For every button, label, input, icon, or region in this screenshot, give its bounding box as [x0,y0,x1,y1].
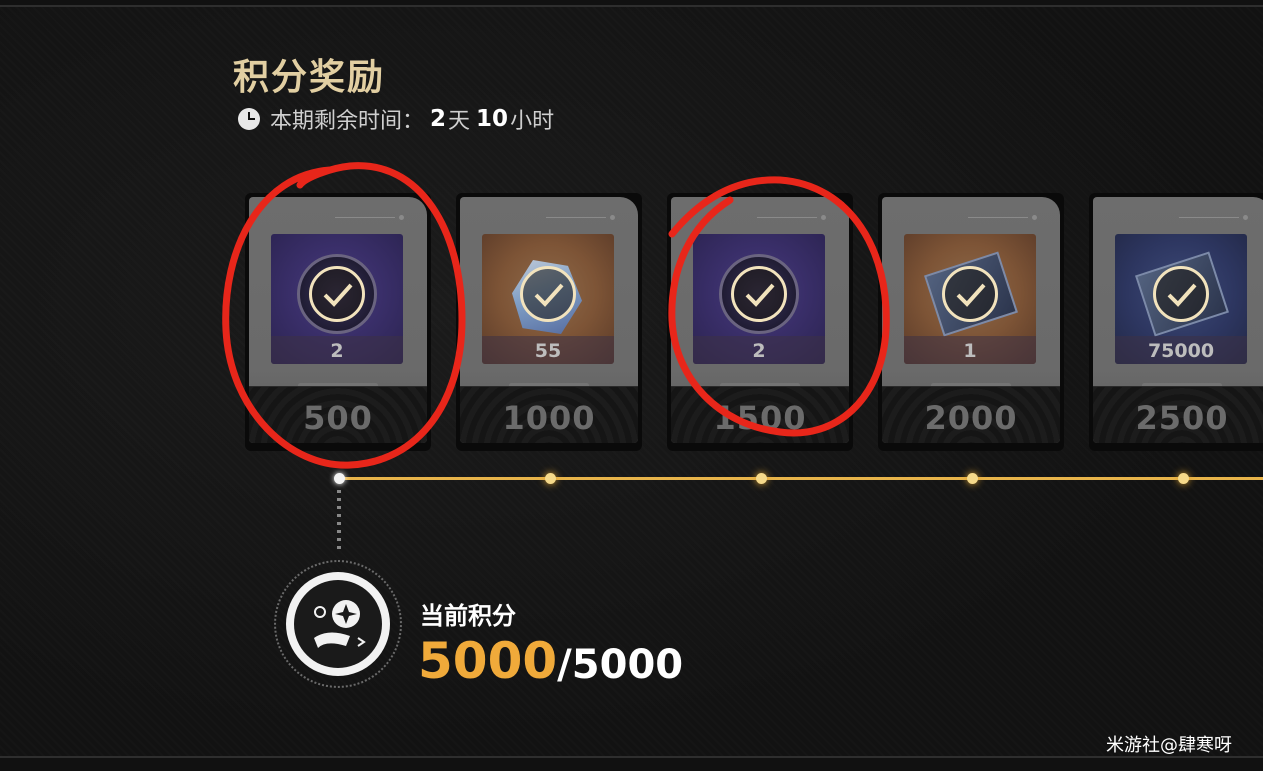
annotation-circle [668,176,890,437]
annotation-overlay [222,162,890,469]
annotation-circle [222,162,466,469]
watermark: 米游社@肆寒呀 [1106,735,1232,756]
